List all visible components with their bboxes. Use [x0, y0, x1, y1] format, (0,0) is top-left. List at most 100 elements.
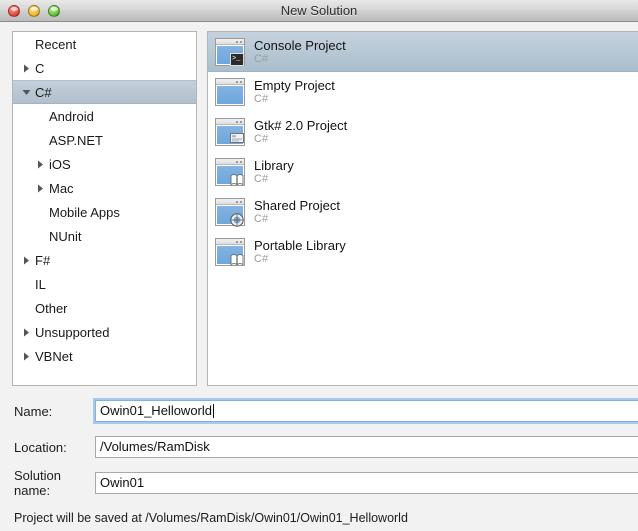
- tree-item-mobile-apps[interactable]: Mobile Apps: [13, 200, 196, 224]
- name-input[interactable]: Owin01_Helloworld: [95, 400, 638, 422]
- tree-item-label: iOS: [47, 157, 71, 172]
- tree-twisty-expanded[interactable]: [19, 89, 33, 96]
- template-subtitle: C#: [254, 173, 294, 186]
- name-input-value: Owin01_Helloworld: [100, 401, 212, 421]
- zoom-button[interactable]: [48, 5, 60, 17]
- template-item[interactable]: Portable LibraryC#: [208, 232, 638, 272]
- template-subtitle: C#: [254, 253, 346, 266]
- shared-window-icon: [215, 198, 245, 226]
- chevron-right-icon: [23, 328, 30, 337]
- new-solution-dialog: New Solution Recent C C# Android ASP.NET iOS M…: [0, 0, 638, 531]
- tree-item-il[interactable]: IL: [13, 272, 196, 296]
- tree-twisty-collapsed[interactable]: [33, 160, 47, 169]
- template-item[interactable]: LibraryC#: [208, 152, 638, 192]
- tree-item-label: VBNet: [33, 349, 73, 364]
- tree-item-mac[interactable]: Mac: [13, 176, 196, 200]
- chevron-right-icon: [37, 160, 44, 169]
- tree-item-f[interactable]: F#: [13, 248, 196, 272]
- tree-item-vbnet[interactable]: VBNet: [13, 344, 196, 368]
- tree-twisty-collapsed[interactable]: [19, 352, 33, 361]
- location-label: Location:: [0, 440, 95, 455]
- tree-item-label: Unsupported: [33, 325, 109, 340]
- template-title: Library: [254, 158, 294, 173]
- tree-item-label: IL: [33, 277, 46, 292]
- template-item[interactable]: Shared ProjectC#: [208, 192, 638, 232]
- chevron-right-icon: [23, 256, 30, 265]
- minimize-button[interactable]: [28, 5, 40, 17]
- tree-twisty-collapsed[interactable]: [19, 328, 33, 337]
- tree-twisty-collapsed[interactable]: [19, 64, 33, 73]
- name-row: Name: Owin01_Helloworld: [0, 400, 638, 422]
- gtk-badge-icon: [230, 133, 244, 143]
- template-item[interactable]: Empty ProjectC#: [208, 72, 638, 112]
- tree-twisty-collapsed[interactable]: [19, 256, 33, 265]
- tree-twisty-collapsed[interactable]: [33, 184, 47, 193]
- portable-library-window-icon: [215, 238, 245, 266]
- tree-item-label: F#: [33, 253, 50, 268]
- tree-item-label: Android: [47, 109, 94, 124]
- template-list[interactable]: >_Console ProjectC#Empty ProjectC#Gtk# 2…: [207, 31, 638, 386]
- template-item[interactable]: Gtk# 2.0 ProjectC#: [208, 112, 638, 152]
- tree-item-label: NUnit: [47, 229, 82, 244]
- template-subtitle: C#: [254, 133, 347, 146]
- template-title: Console Project: [254, 38, 346, 53]
- gtk-window-icon: [215, 118, 245, 146]
- window-title: New Solution: [0, 0, 638, 22]
- tree-item-label: Recent: [33, 37, 76, 52]
- template-title: Shared Project: [254, 198, 340, 213]
- empty-window-icon: [215, 78, 245, 106]
- text-cursor: [213, 404, 214, 418]
- library-window-icon: [215, 158, 245, 186]
- solution-name-input[interactable]: Owin01: [95, 472, 638, 494]
- tree-item-label: ASP.NET: [47, 133, 103, 148]
- book-icon: [230, 173, 244, 186]
- chevron-down-icon: [22, 89, 31, 96]
- template-item[interactable]: >_ Console ProjectC#: [208, 32, 638, 72]
- tree-item-label: Other: [33, 301, 68, 316]
- template-subtitle: C#: [254, 53, 346, 66]
- location-input-value: /Volumes/RamDisk: [100, 437, 210, 457]
- traffic-light-group: [8, 5, 60, 17]
- tree-item-label: Mobile Apps: [47, 205, 120, 220]
- tree-item-other[interactable]: Other: [13, 296, 196, 320]
- book-badge-icon: [230, 253, 244, 266]
- project-form: Name: Owin01_Helloworld Location: /Volum…: [0, 386, 638, 525]
- save-path-note: Project will be saved at /Volumes/RamDis…: [0, 508, 638, 525]
- template-subtitle: C#: [254, 93, 335, 106]
- chevron-right-icon: [23, 64, 30, 73]
- solution-name-input-value: Owin01: [100, 473, 144, 493]
- template-subtitle: C#: [254, 213, 340, 226]
- tree-item-nunit[interactable]: NUnit: [13, 224, 196, 248]
- gtk-badge-icon: [230, 133, 244, 146]
- solution-name-label: Solution name:: [0, 468, 95, 498]
- shared-badge-icon: [230, 213, 244, 227]
- tree-item-label: C#: [33, 85, 52, 100]
- tree-item-label: Mac: [47, 181, 74, 196]
- close-button[interactable]: [8, 5, 20, 17]
- location-input[interactable]: /Volumes/RamDisk: [95, 436, 638, 458]
- tree-item-recent[interactable]: Recent: [13, 32, 196, 56]
- category-tree[interactable]: Recent C C# Android ASP.NET iOS Mac Mobile Apps…: [12, 31, 197, 386]
- selection-panes: Recent C C# Android ASP.NET iOS Mac Mobile Apps…: [0, 31, 638, 386]
- tree-item-asp-net[interactable]: ASP.NET: [13, 128, 196, 152]
- shared-badge-icon: [230, 213, 244, 226]
- chevron-right-icon: [23, 352, 30, 361]
- location-row: Location: /Volumes/RamDisk: [0, 436, 638, 458]
- tree-item-c[interactable]: C#: [13, 80, 196, 104]
- template-title: Gtk# 2.0 Project: [254, 118, 347, 133]
- book-icon: [230, 253, 244, 266]
- console-window-icon: >_: [215, 38, 245, 66]
- tree-item-label: C: [33, 61, 44, 76]
- solution-name-row: Solution name: Owin01: [0, 472, 638, 494]
- tree-item-unsupported[interactable]: Unsupported: [13, 320, 196, 344]
- tree-item-c[interactable]: C: [13, 56, 196, 80]
- tree-item-ios[interactable]: iOS: [13, 152, 196, 176]
- tree-item-android[interactable]: Android: [13, 104, 196, 128]
- template-title: Empty Project: [254, 78, 335, 93]
- window-titlebar[interactable]: New Solution: [0, 0, 638, 22]
- name-label: Name:: [0, 404, 95, 419]
- terminal-badge-icon: >_: [230, 53, 244, 66]
- chevron-right-icon: [37, 184, 44, 193]
- dialog-body: Recent C C# Android ASP.NET iOS Mac Mobile Apps…: [0, 22, 638, 531]
- template-title: Portable Library: [254, 238, 346, 253]
